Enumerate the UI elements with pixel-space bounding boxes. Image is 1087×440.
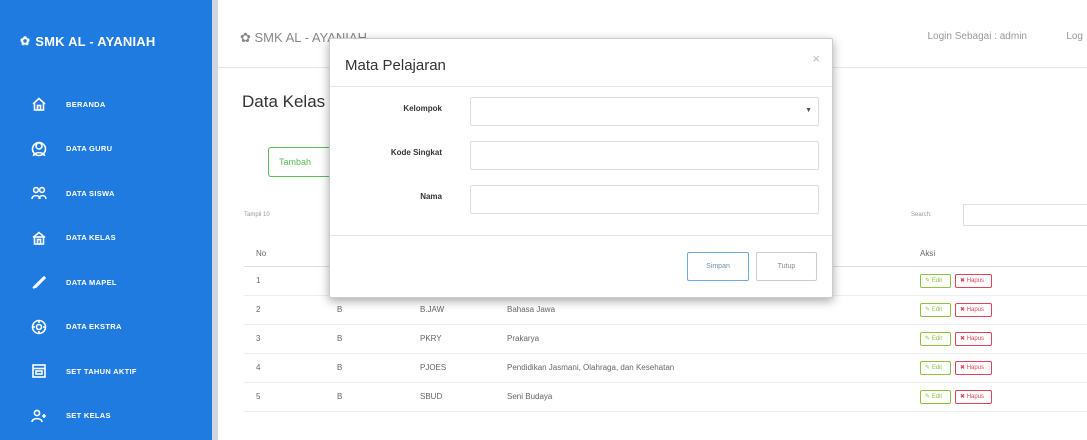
calendar-icon <box>30 362 48 380</box>
cell-no: 3 <box>244 324 334 354</box>
login-status: Login Sebagai : admin <box>927 31 1027 42</box>
modal-footer: Simpan Tutup <box>330 235 832 297</box>
book-icon <box>30 273 48 291</box>
logo-icon: ✿ <box>20 34 31 48</box>
home-icon <box>30 95 48 113</box>
column-header: Aksi <box>920 241 1087 267</box>
modal-body: Kelompok ▼ Kode Singkat Nama <box>330 87 832 237</box>
cell-nama: Pendidikan Jasmani, Olahraga, dan Keseha… <box>506 353 920 383</box>
cell-kode: PKRY <box>419 324 506 354</box>
cell-nama: Seni Budaya <box>506 382 920 412</box>
cell-kode: B.JAW <box>419 295 506 325</box>
sidebar-item-beranda[interactable]: BERANDA <box>0 82 212 127</box>
sidebar-item-data-guru[interactable]: DATA GURU <box>0 127 212 172</box>
show-entries[interactable]: Tampil 10 <box>244 212 270 218</box>
kode-singkat-label: Kode Singkat <box>390 148 442 157</box>
sidebar-item-label: SET TAHUN AKTIF <box>66 366 137 376</box>
close-icon[interactable]: × <box>812 51 820 66</box>
logout-link[interactable]: Log <box>1066 31 1083 42</box>
kode-singkat-input[interactable] <box>470 141 819 170</box>
modal-title: Mata Pelajaran <box>345 57 446 74</box>
user-plus-icon <box>30 407 48 425</box>
edit-button[interactable]: ✎ Edit <box>920 360 951 375</box>
sidebar-item-label: DATA GURU <box>66 144 113 154</box>
mata-pelajaran-modal: Mata Pelajaran × Kelompok ▼ Kode Singkat… <box>329 38 833 298</box>
cell-no: 4 <box>244 353 334 383</box>
nama-label: Nama <box>420 192 442 201</box>
cell-actions: ✎ Edit ✖ Hapus <box>920 353 1087 383</box>
cell-kode: PJOES <box>419 353 506 383</box>
sidebar-item-set-tahun-aktif[interactable]: SET TAHUN AKTIF <box>0 349 212 394</box>
form-row-nama: Nama <box>330 181 832 215</box>
sidebar-item-label: DATA EKSTRA <box>66 322 122 332</box>
sidebar-item-data-ekstra[interactable]: DATA EKSTRA <box>0 305 212 350</box>
cell-nama: Bahasa Jawa <box>506 295 920 325</box>
brand-name: SMK AL - AYANIAH <box>35 33 156 49</box>
cell-nama: Prakarya <box>506 324 920 354</box>
sidebar-item-set-kelas[interactable]: SET KELAS <box>0 394 212 439</box>
sidebar-item-label: DATA KELAS <box>66 233 116 243</box>
sidebar: ✿ SMK AL - AYANIAH BERANDA DATA GURU DAT… <box>0 0 212 440</box>
form-row-kelompok: Kelompok ▼ <box>330 93 832 127</box>
cell-kode: SBUD <box>419 382 506 412</box>
caret-down-icon: ▼ <box>805 107 812 114</box>
sidebar-item-label: DATA SISWA <box>66 188 115 198</box>
sidebar-item-data-mapel[interactable]: DATA MAPEL <box>0 260 212 305</box>
cell-kelompok: B <box>334 382 419 412</box>
delete-button[interactable]: ✖ Hapus <box>955 331 992 346</box>
sidebar-item-label: BERANDA <box>66 99 106 109</box>
table-row: 4 B PJOES Pendidikan Jasmani, Olahraga, … <box>244 353 1087 383</box>
delete-button[interactable]: ✖ Hapus <box>955 389 992 404</box>
cell-no: 1 <box>244 266 334 296</box>
edit-button[interactable]: ✎ Edit <box>920 273 951 288</box>
column-header[interactable]: No <box>244 241 334 267</box>
modal-header: Mata Pelajaran × <box>330 39 832 87</box>
kelompok-label: Kelompok <box>403 104 442 113</box>
cell-kelompok: B <box>334 324 419 354</box>
search-label: Search: <box>911 212 932 218</box>
save-button[interactable]: Simpan <box>687 252 749 281</box>
page-title: Data Kelas <box>242 92 326 111</box>
form-row-kode-singkat: Kode Singkat <box>330 137 832 171</box>
nama-input[interactable] <box>470 185 819 214</box>
sidebar-item-label: SET KELAS <box>66 411 111 421</box>
cell-no: 2 <box>244 295 334 325</box>
cell-no: 5 <box>244 382 334 412</box>
delete-button[interactable]: ✖ Hapus <box>955 360 992 375</box>
class-icon <box>30 229 48 247</box>
edit-button[interactable]: ✎ Edit <box>920 302 951 317</box>
delete-button[interactable]: ✖ Hapus <box>955 273 992 288</box>
sidebar-item-data-kelas[interactable]: DATA KELAS <box>0 216 212 261</box>
kelompok-select[interactable]: ▼ <box>470 97 819 126</box>
sidebar-item-label: DATA MAPEL <box>66 277 117 287</box>
sidebar-item-data-siswa[interactable]: DATA SISWA <box>0 171 212 216</box>
star-icon <box>30 318 48 336</box>
cell-actions: ✎ Edit ✖ Hapus <box>920 295 1087 325</box>
cell-kelompok: B <box>334 353 419 383</box>
cell-kelompok: B <box>334 295 419 325</box>
cell-actions: ✎ Edit ✖ Hapus <box>920 324 1087 354</box>
cell-actions: ✎ Edit ✖ Hapus <box>920 266 1087 296</box>
search-input[interactable] <box>963 204 1087 226</box>
edit-button[interactable]: ✎ Edit <box>920 389 951 404</box>
table-row: 3 B PKRY Prakarya ✎ Edit ✖ Hapus <box>244 324 1087 354</box>
close-button[interactable]: Tutup <box>756 252 817 281</box>
cell-actions: ✎ Edit ✖ Hapus <box>920 382 1087 412</box>
table-row: 5 B SBUD Seni Budaya ✎ Edit ✖ Hapus <box>244 382 1087 412</box>
delete-button[interactable]: ✖ Hapus <box>955 302 992 317</box>
brand[interactable]: ✿ SMK AL - AYANIAH <box>0 0 212 82</box>
teacher-icon <box>30 140 48 158</box>
edit-button[interactable]: ✎ Edit <box>920 331 951 346</box>
table-row: 2 B B.JAW Bahasa Jawa ✎ Edit ✖ Hapus <box>244 295 1087 325</box>
students-icon <box>30 184 48 202</box>
